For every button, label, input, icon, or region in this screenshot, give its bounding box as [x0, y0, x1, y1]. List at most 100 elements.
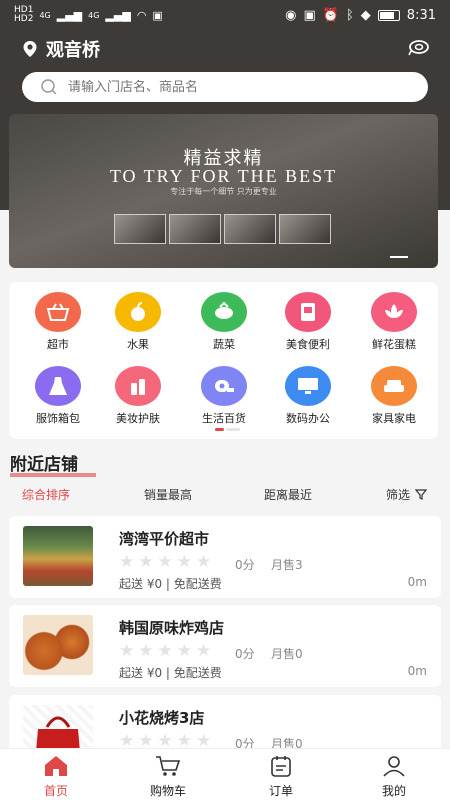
store-image [23, 615, 93, 675]
filter-button[interactable]: 筛选 [386, 486, 428, 503]
alarm-icon: ⏰ [322, 7, 339, 23]
store-score: 0分 [235, 558, 255, 572]
bluetooth-icon: ᛒ [345, 7, 354, 23]
message-button[interactable] [408, 38, 430, 60]
clock: 8:31 [406, 7, 436, 23]
promo-banner[interactable]: 精益求精 TO TRY FOR THE BEST 专注于每一个细节 只为更专业 [9, 114, 438, 268]
profile-icon [383, 756, 405, 777]
store-card[interactable]: 小花烧烤3店 ★ ★ ★ ★ ★ 0分 月售0 [9, 695, 441, 755]
category-item[interactable]: 蔬菜 [189, 292, 259, 352]
banner-title-en: TO TRY FOR THE BEST [109, 166, 338, 186]
category-item[interactable]: 生活百货 [189, 366, 259, 426]
store-monthly-sales: 月售0 [271, 647, 303, 661]
store-name: 湾湾平价超市 [119, 530, 210, 548]
wifi-icon: ◠ [136, 8, 147, 22]
star-icon: ★ [157, 641, 173, 661]
store-card[interactable]: 韩国原味炸鸡店 ★ ★ ★ ★ ★ 0分 月售0 起送 ¥0 | 免配送费 0m [9, 605, 441, 687]
star-icon: ★ [138, 641, 154, 661]
location-name: 观音桥 [46, 40, 100, 61]
home-icon [45, 756, 67, 776]
store-delivery-info: 起送 ¥0 | 免配送费 [119, 577, 222, 591]
rating-stars: ★ ★ ★ ★ ★ [119, 643, 211, 660]
tab-orders[interactable]: 订单 [241, 755, 321, 799]
category-item[interactable]: 水果 [103, 292, 173, 352]
tab-cart[interactable]: 购物车 [128, 755, 208, 799]
category-pager [215, 428, 240, 431]
basket-icon [35, 292, 81, 332]
dress-icon [35, 366, 81, 406]
store-distance: 0m [407, 575, 427, 589]
signal-bars-icon: ▂▄▆ [56, 8, 83, 22]
tissue-icon [201, 366, 247, 406]
food-box-icon [285, 292, 331, 332]
store-card[interactable]: 湾湾平价超市 ★ ★ ★ ★ ★ 0分 月售3 起送 ¥0 | 免配送费 0m [9, 516, 441, 598]
nfc-icon: ▣ [303, 7, 316, 23]
category-item[interactable]: 数码办公 [273, 366, 343, 426]
category-item[interactable]: 家具家电 [359, 366, 429, 426]
banner-subtitle: 专注于每一个细节 只为更专业 [170, 187, 277, 196]
banner-photo [224, 214, 276, 244]
pager-dot-active [215, 428, 224, 431]
location-pin-icon [23, 41, 37, 57]
sort-bar: 综合排序 销量最高 距离最近 筛选 [0, 486, 450, 506]
cart-icon [156, 756, 181, 776]
signal-bars-icon-2: ▂▄▆ [105, 8, 131, 22]
location-status-icon: ◆ [360, 7, 371, 23]
banner-indicator [390, 256, 408, 258]
sort-distance[interactable]: 距离最近 [264, 486, 312, 503]
banner-photos [114, 214, 331, 244]
location-selector[interactable]: 观音桥 [22, 36, 100, 62]
signal-icon: HD1 HD2 [14, 5, 34, 24]
banner-photo [279, 214, 331, 244]
store-name: 小花烧烤3店 [119, 709, 205, 727]
sort-sales[interactable]: 销量最高 [144, 486, 192, 503]
nearby-section-title: 附近店铺 [10, 450, 96, 477]
search-bar[interactable] [22, 72, 428, 102]
tab-home[interactable]: 首页 [16, 755, 96, 799]
star-icon: ★ [176, 552, 192, 572]
star-icon: ★ [196, 641, 212, 661]
rating-stars: ★ ★ ★ ★ ★ [119, 554, 211, 571]
vegetable-icon [201, 292, 247, 332]
message-icon [408, 40, 429, 56]
search-input[interactable] [68, 79, 388, 95]
flower-icon [371, 292, 417, 332]
battery-icon [377, 9, 400, 21]
star-icon: ★ [119, 641, 135, 661]
sofa-icon [371, 366, 417, 406]
search-icon [41, 79, 57, 95]
tab-profile[interactable]: 我的 [354, 755, 434, 799]
bottom-tab-bar: 首页 购物车 订单 我的 [0, 748, 450, 800]
store-delivery-info: 起送 ¥0 | 免配送费 [119, 666, 222, 680]
star-icon: ★ [119, 552, 135, 572]
eye-icon: ◉ [285, 7, 297, 23]
cosmetics-icon [115, 366, 161, 406]
network-label-2: 4G [88, 10, 100, 20]
pager-dot [226, 428, 240, 431]
filter-icon [415, 489, 428, 500]
star-icon: ★ [157, 552, 173, 572]
category-item[interactable]: 美妆护肤 [103, 366, 173, 426]
store-monthly-sales: 月售3 [271, 558, 303, 572]
category-item[interactable]: 超市 [23, 292, 93, 352]
computer-icon [285, 366, 331, 406]
star-icon: ★ [196, 552, 212, 572]
category-item[interactable]: 美食便利 [273, 292, 343, 352]
category-item[interactable]: 服饰箱包 [23, 366, 93, 426]
store-score: 0分 [235, 647, 255, 661]
category-item[interactable]: 鲜花蛋糕 [359, 292, 429, 352]
app-notification-icon: ▣ [152, 8, 163, 22]
status-bar: HD1 HD2 4G ▂▄▆ 4G ▂▄▆ ◠ ▣ ◉ ▣ ⏰ ᛒ ◆ 8:31 [0, 0, 450, 30]
network-label: 4G [39, 10, 51, 20]
star-icon: ★ [176, 641, 192, 661]
store-name: 韩国原味炸鸡店 [119, 619, 225, 637]
banner-photo [114, 214, 166, 244]
store-image [23, 526, 93, 586]
star-icon: ★ [138, 552, 154, 572]
store-distance: 0m [407, 664, 427, 678]
header: 观音桥 [0, 30, 450, 110]
banner-photo [169, 214, 221, 244]
sort-comprehensive[interactable]: 综合排序 [22, 486, 70, 503]
category-grid: 超市 水果 蔬菜 美食便利 鲜花蛋糕 服饰箱包 美妆护肤 生活百货 数码办公 家… [9, 282, 438, 439]
apple-icon [115, 292, 161, 332]
